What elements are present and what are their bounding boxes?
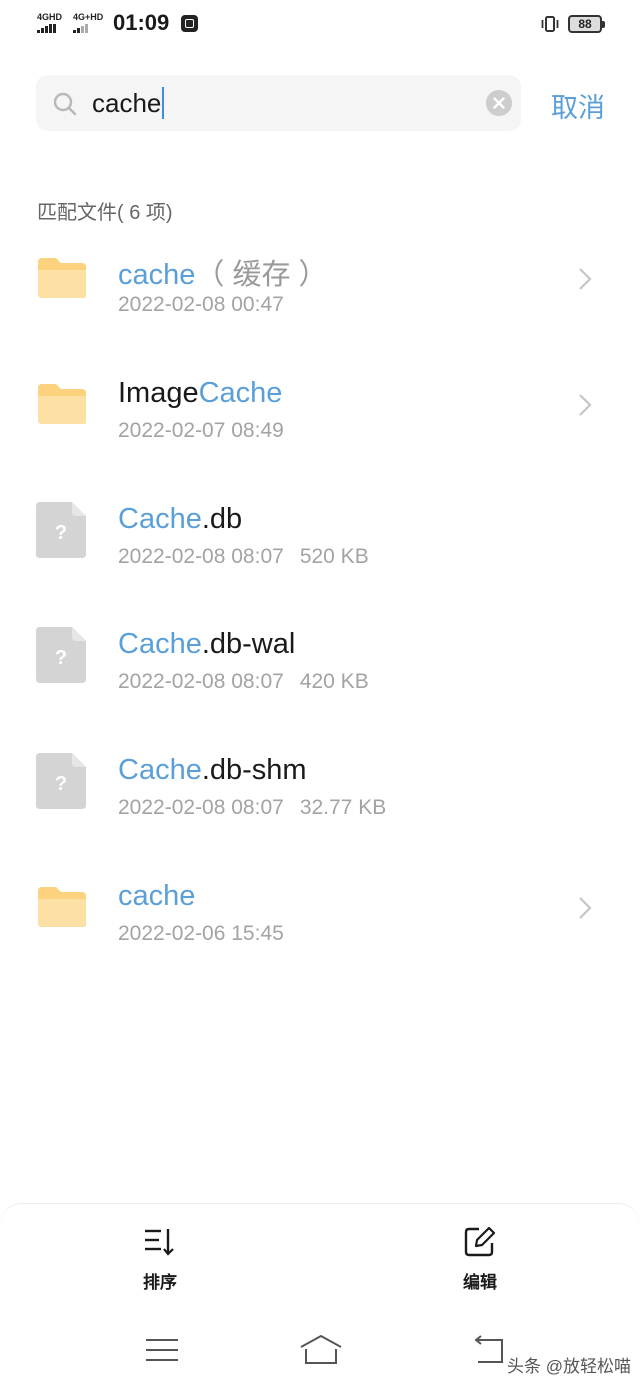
- status-bar: 4GHD 4G+HD 01:09 88: [0, 0, 640, 48]
- item-date: 2022-02-07 08:49: [118, 419, 284, 442]
- list-item-file[interactable]: ? Cache.db 2022-02-08 08:07 520 KB: [0, 488, 640, 598]
- folder-icon: [38, 258, 86, 298]
- item-meta: 2022-02-08 08:07 420 KB: [118, 670, 369, 694]
- item-size: 420 KB: [299, 670, 369, 693]
- svg-text:?: ?: [55, 647, 67, 669]
- vibrate-icon: [541, 16, 559, 32]
- sim1-label: 4GHD: [37, 12, 63, 22]
- unknown-file-icon: ?: [36, 753, 86, 809]
- cancel-button[interactable]: 取消: [551, 86, 605, 125]
- list-item-file[interactable]: ? Cache.db-wal 2022-02-08 08:07 420 KB: [0, 613, 640, 723]
- back-nav-icon[interactable]: [470, 1334, 510, 1366]
- item-size: 32.77 KB: [299, 796, 387, 819]
- edit-icon: [464, 1226, 496, 1257]
- list-item-folder[interactable]: cache 2022-02-06 15:45: [0, 865, 640, 975]
- item-name: ImageCache: [118, 377, 283, 409]
- svg-text:?: ?: [55, 522, 67, 544]
- search-icon: [53, 92, 77, 116]
- item-name: cache（ 缓存 ）: [118, 259, 328, 291]
- item-meta: 2022-02-08 08:07 520 KB: [118, 545, 369, 569]
- app-notification-icon: [181, 15, 198, 32]
- edit-button[interactable]: 编辑: [440, 1224, 520, 1293]
- home-nav-icon[interactable]: [298, 1334, 344, 1366]
- file-search-screen: 4GHD 4G+HD 01:09 88 cache 取消 匹配文件( 6 项): [0, 0, 640, 1387]
- list-item-folder[interactable]: ImageCache 2022-02-07 08:49: [0, 362, 640, 472]
- results-count-label: 匹配文件( 6 项): [37, 202, 173, 224]
- sim2-label: 4G+HD: [73, 12, 104, 22]
- search-query: cache: [92, 88, 162, 118]
- text-cursor: [162, 87, 165, 120]
- svg-text:?: ?: [55, 773, 67, 795]
- status-time: 01:09: [113, 10, 170, 35]
- watermark-text: 头条 @放轻松喵: [507, 1357, 631, 1376]
- item-date: 2022-02-06 15:45: [118, 922, 284, 945]
- item-name: Cache.db-wal: [118, 628, 296, 660]
- unknown-file-icon: ?: [36, 502, 86, 558]
- folder-icon: [38, 887, 86, 927]
- sort-button[interactable]: 排序: [120, 1224, 200, 1293]
- folder-icon: [38, 384, 86, 424]
- item-date: 2022-02-08 08:07: [118, 796, 284, 819]
- menu-nav-icon[interactable]: [142, 1334, 182, 1366]
- sort-icon: [145, 1229, 174, 1256]
- sort-label: 排序: [143, 1273, 177, 1292]
- clear-icon[interactable]: [486, 90, 512, 116]
- item-date: 2022-02-08 08:07: [118, 545, 284, 568]
- chevron-right-icon: [579, 394, 592, 416]
- item-name: cache: [118, 880, 196, 912]
- item-date: 2022-02-08 00:47: [118, 293, 284, 316]
- signal-sim1-icon: 4GHD: [37, 13, 62, 33]
- battery-icon: 88: [568, 15, 605, 33]
- item-meta: 2022-02-08 08:07 32.77 KB: [118, 796, 386, 820]
- search-bar[interactable]: cache: [36, 75, 521, 131]
- chevron-right-icon: [579, 897, 592, 919]
- edit-label: 编辑: [463, 1273, 497, 1292]
- list-item-file[interactable]: ? Cache.db-shm 2022-02-08 08:07 32.77 KB: [0, 739, 640, 849]
- item-name: Cache.db-shm: [118, 754, 307, 786]
- item-name: Cache.db: [118, 503, 243, 535]
- search-input[interactable]: cache: [92, 87, 165, 120]
- item-date: 2022-02-08 08:07: [118, 670, 284, 693]
- list-item-folder[interactable]: cache（ 缓存 ） 2022-02-08 00:47: [0, 236, 640, 346]
- signal-sim2-icon: 4G+HD: [73, 13, 103, 33]
- unknown-file-icon: ?: [36, 627, 86, 683]
- item-size: 520 KB: [299, 545, 369, 568]
- chevron-right-icon: [579, 268, 592, 290]
